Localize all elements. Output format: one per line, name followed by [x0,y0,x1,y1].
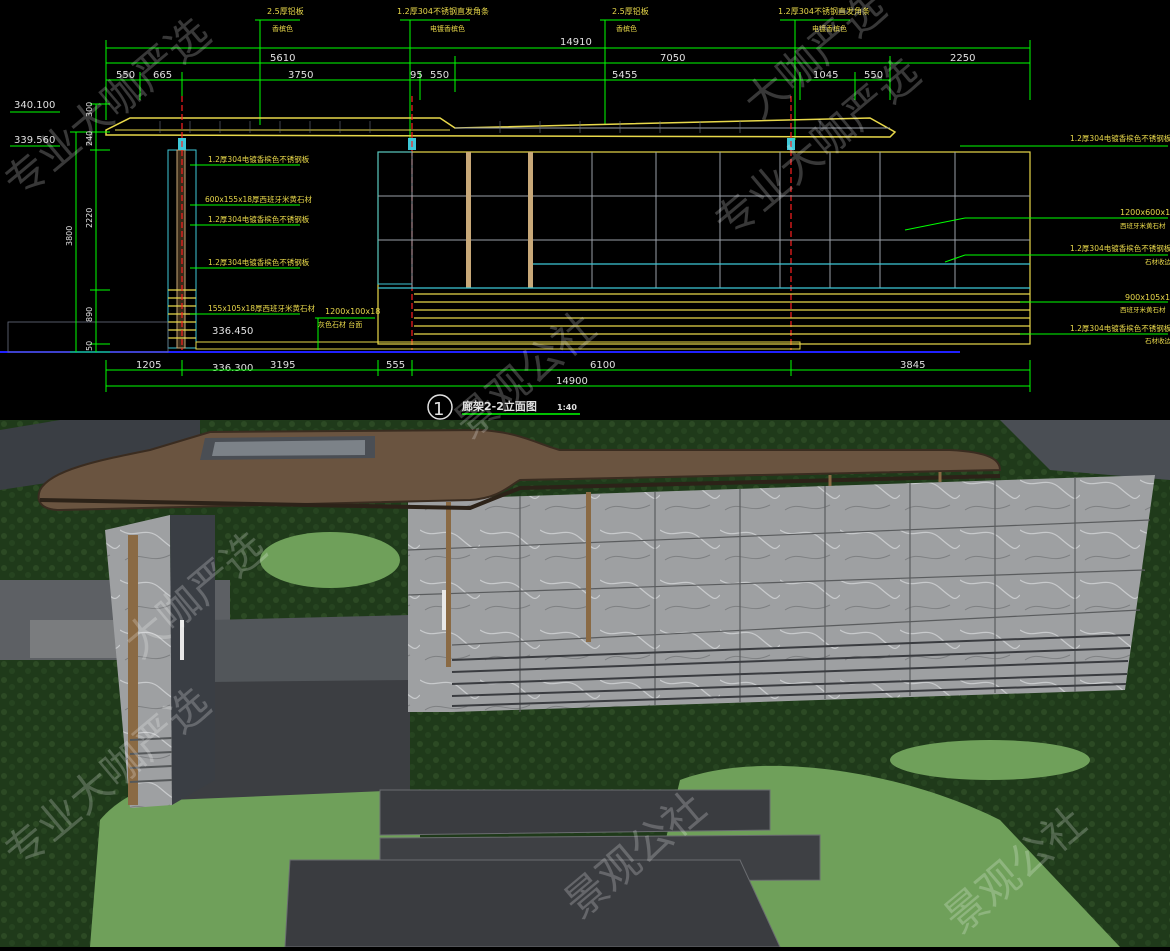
right-callout-0-line1: 1.2厚304电镀香槟色不锈钢板 [1070,133,1170,143]
dim-left-2: 3800 [65,226,74,246]
dim-left-1: 240 [85,131,94,146]
dim-left-4: 890 [85,307,94,322]
dim-top-row3-4: 550 [430,70,449,81]
right-callout-2-line2: 石材收边 [1145,257,1170,266]
level-2: 336.450 [212,326,253,337]
left-callout-0: 1.2厚304电镀香槟色不锈钢板 [208,154,310,164]
cad-elevation-drawing: 2.5厚铝板 香槟色 1.2厚304不锈钢直发角条 电镀香槟色 2.5厚铝板 香… [0,0,1170,420]
dim-top-row2-2: 2250 [950,53,975,64]
dim-top-row3-3: 95 [410,70,423,81]
mid-callout-line1: 1200x100x18 [325,307,380,316]
left-callout-1: 600x155x18厚西班牙米黄石材 [205,194,313,204]
dim-top-total: 14910 [560,37,592,48]
dim-top-row3-0: 550 [116,70,135,81]
dim-top-row3-5: 5455 [612,70,637,81]
right-callout-4-line1: 1.2厚304电镀香槟色不锈钢板 [1070,323,1170,333]
right-callout-4-line2: 石材收边 [1145,336,1170,345]
drawing-number: 1 [433,399,444,420]
callout-top-1-line1: 2.5厚铝板 [267,6,304,16]
3d-render-view [0,420,1170,948]
callout-top-3-line2: 香槟色 [616,24,637,33]
dim-left-5: 50 [85,341,94,351]
callout-top-4-line2: 电镀香槟色 [812,24,847,33]
left-callout-3: 1.2厚304电镀香槟色不锈钢板 [208,257,310,267]
main-wall [377,151,1031,345]
dim-top-row3-2: 3750 [288,70,313,81]
callout-top-2-line2: 电镀香槟色 [430,24,465,33]
dim-top-row3-7: 550 [864,70,883,81]
dim-top-row3-1: 665 [153,70,172,81]
dim-top-row3-6: 1045 [813,70,838,81]
callout-top-3-line1: 2.5厚铝板 [612,6,649,16]
drawing-scale: 1:40 [557,403,577,412]
level-1: 339.560 [14,135,55,146]
wall-stone-grid [378,152,1030,288]
right-callout-1-line2: 西班牙米黄石材 [1120,221,1166,230]
dim-bottom-2: 555 [386,360,405,371]
dim-top-row2-1: 7050 [660,53,685,64]
dim-left-3: 2220 [85,208,94,228]
dim-top-row2-0: 5610 [270,53,295,64]
right-callout-1-line1: 1200x600x18 [1120,208,1170,217]
mid-callout-line2: 灰色石材 台面 [318,320,362,329]
dim-left-0: 300 [85,102,94,117]
dim-bottom-4: 3845 [900,360,925,371]
top-dimension-lines [105,40,1031,120]
dim-bottom-0: 1205 [136,360,161,371]
level-0: 340.100 [14,100,55,111]
callout-top-4-line1: 1.2厚304不锈钢直发角条 [778,6,870,16]
left-callout-2: 1.2厚304电镀香槟色不锈钢板 [208,214,310,224]
dim-bottom-3: 6100 [590,360,615,371]
left-callout-4: 155x105x18厚西班牙米黄石材 [208,303,316,313]
callout-top-2-line1: 1.2厚304不锈钢直发角条 [397,6,489,16]
wall-base-strips [414,293,1030,335]
dim-bottom-1: 3195 [270,360,295,371]
right-callout-3-line2: 西班牙米黄石材 [1120,305,1166,314]
dim-bottom-total: 14900 [556,376,588,387]
lawn-patch [260,532,400,588]
right-callout-3-line1: 900x105x18 [1125,293,1170,302]
level-3: 336.300 [212,363,253,374]
drawing-title: 廊架2-2立面图 [462,399,537,413]
right-callout-2-line1: 1.2厚304电镀香槟色不锈钢板 [1070,243,1170,253]
callout-top-1-line2: 香槟色 [272,24,293,33]
